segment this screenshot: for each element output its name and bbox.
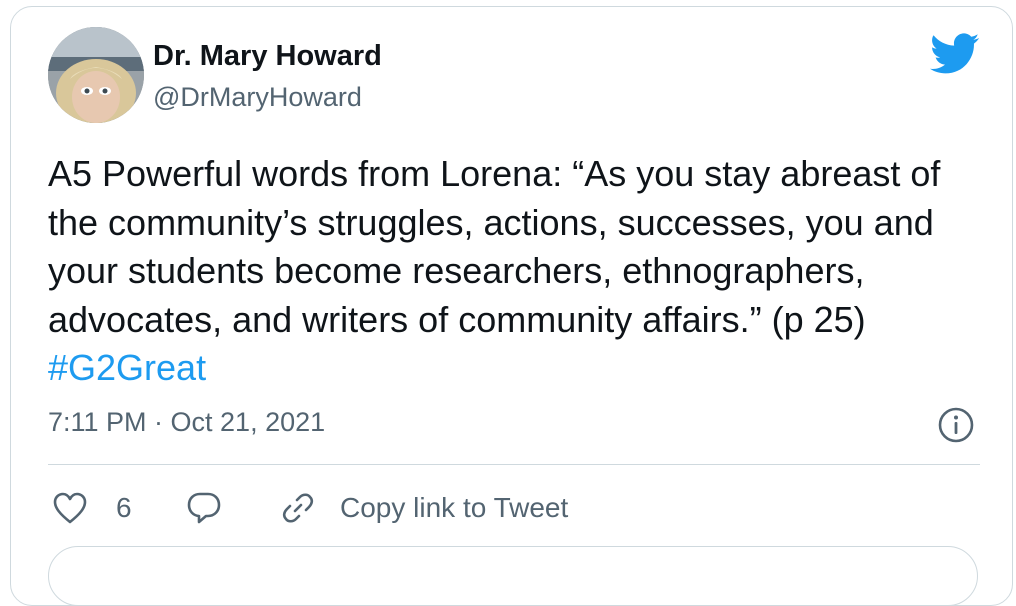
twitter-bird-icon[interactable]: [930, 33, 980, 75]
hashtag-link[interactable]: #G2Great: [48, 347, 206, 388]
heart-icon: [52, 491, 88, 525]
reply-icon: [186, 490, 222, 526]
tweet-timestamp[interactable]: 7:11 PM · Oct 21, 2021: [48, 407, 325, 438]
avatar[interactable]: [48, 27, 144, 123]
tweet-text: A5 Powerful words from Lorena: “As you s…: [48, 150, 988, 393]
divider: [48, 464, 980, 465]
like-count: 6: [116, 492, 132, 523]
copy-link-button[interactable]: Copy link to Tweet: [280, 486, 568, 530]
info-icon[interactable]: [937, 406, 975, 444]
author-handle[interactable]: @DrMaryHoward: [153, 82, 362, 113]
tweet-body: A5 Powerful words from Lorena: “As you s…: [48, 153, 941, 340]
reply-button[interactable]: [186, 486, 222, 530]
copy-link-label: Copy link to Tweet: [340, 492, 569, 523]
reply-box[interactable]: [48, 546, 978, 606]
link-icon: [280, 490, 316, 526]
author-display-name[interactable]: Dr. Mary Howard: [153, 40, 382, 73]
like-button[interactable]: 6: [52, 486, 132, 530]
